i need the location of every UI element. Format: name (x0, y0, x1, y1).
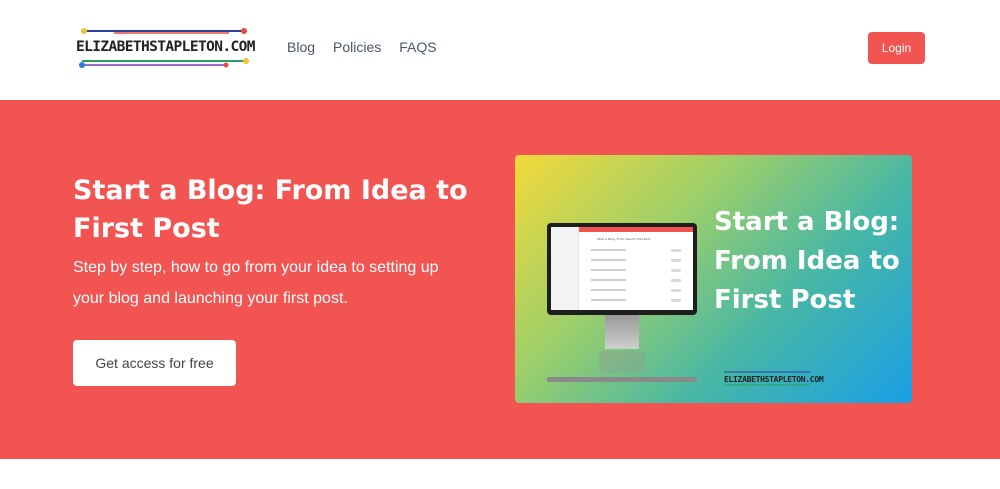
screen-row (591, 279, 681, 282)
monitor-illustration: Start a Blog: From Idea to First Post (547, 223, 697, 315)
monitor-stand (605, 315, 639, 349)
screen-row (591, 289, 681, 292)
login-button[interactable]: Login (868, 32, 925, 64)
site-logo[interactable]: ELIZABETHSTAPLETON.COM (74, 25, 255, 71)
card-title: Start a Blog: From Idea to First Post (714, 207, 900, 315)
screen-row (591, 269, 681, 272)
screen-heading: Start a Blog: From Idea to First Post (597, 237, 650, 241)
monitor-reflection (599, 351, 645, 373)
nav-faqs-link[interactable]: FAQS (399, 39, 436, 55)
screen-top-bar (579, 227, 693, 232)
screen-sidebar (551, 227, 579, 310)
screen-row (591, 249, 681, 252)
nav-policies-link[interactable]: Policies (333, 39, 381, 55)
hero-subtitle: Step by step, how to go from your idea t… (73, 259, 439, 307)
card-logo-decoration (724, 371, 810, 386)
logo-text: ELIZABETHSTAPLETON.COM (76, 39, 255, 55)
screen-row (591, 299, 681, 302)
monitor-screen: Start a Blog: From Idea to First Post (551, 227, 693, 310)
main-nav: Blog Policies FAQS (287, 39, 437, 55)
monitor-base (547, 377, 697, 382)
hero-section: Start a Blog: From Idea to First Post St… (0, 100, 1000, 459)
screen-row (591, 259, 681, 262)
get-access-button[interactable]: Get access for free (73, 340, 236, 386)
hero-image: Start a Blog: From Idea to First Post St… (515, 155, 912, 403)
site-header: ELIZABETHSTAPLETON.COM Blog Policies FAQ… (0, 0, 1000, 100)
page-bottom (0, 459, 1000, 489)
nav-blog-link[interactable]: Blog (287, 39, 315, 55)
hero-title: Start a Blog: From Idea to First Post (73, 175, 468, 244)
